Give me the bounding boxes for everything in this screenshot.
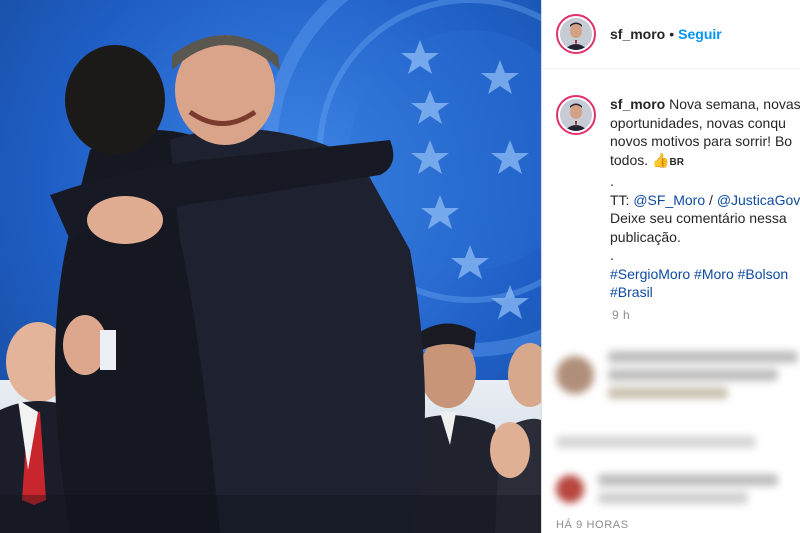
caption-comment-line-2: publicação.: [610, 228, 681, 245]
post-footer-time: HÁ 9 HORAS: [556, 519, 629, 531]
caption-line-2: oportunidades, novas conqu: [610, 114, 786, 131]
blurred-comment-2: [556, 430, 756, 454]
caption-dot-1: .: [610, 173, 614, 189]
avatar-ring[interactable]: [556, 14, 596, 54]
blurred-comment-3: [556, 468, 778, 510]
caption-avatar: [560, 99, 592, 131]
photo-illustration: [0, 0, 541, 533]
caption-avatar-ring[interactable]: [556, 95, 596, 135]
post-username[interactable]: sf_moro: [610, 26, 665, 42]
blurred-comment-1: [556, 345, 798, 405]
caption-line-4: todos.: [610, 151, 649, 168]
caption-time: 9 h: [612, 307, 631, 322]
tt-prefix: TT:: [610, 191, 630, 208]
post-header: sf_moro • Seguir: [542, 0, 800, 69]
separator-dot: •: [669, 26, 675, 42]
slash: /: [709, 191, 713, 208]
thumbs-up-emoji-icon: 👍: [652, 151, 670, 168]
hashtags-line-2[interactable]: #Brasil: [610, 283, 800, 302]
hashtags-line-1[interactable]: #SergioMoro #Moro #Bolson: [610, 265, 800, 284]
caption-line-3: novos motivos para sorrir! Bo: [610, 133, 793, 149]
mention-justicagov[interactable]: @JusticaGov: [717, 192, 800, 208]
caption-username[interactable]: sf_moro: [610, 96, 665, 112]
comment-avatar: [556, 475, 584, 503]
caption-text: sf_moro Nova semana, novas oportunidades…: [610, 95, 800, 302]
caption-line-1: Nova semana, novas: [669, 96, 800, 112]
caption-dot-2: .: [610, 247, 614, 263]
caption-comment-line-1: Deixe seu comentário nessa: [610, 210, 787, 226]
post-photo[interactable]: [0, 0, 541, 533]
post-sidebar: sf_moro • Seguir sf_moro Nova semana, no…: [541, 0, 800, 533]
caption: sf_moro Nova semana, novas oportunidades…: [556, 95, 800, 322]
flag-text: BR: [669, 156, 684, 168]
avatar: [560, 18, 592, 50]
follow-button[interactable]: Seguir: [678, 26, 722, 42]
comment-avatar: [556, 356, 594, 394]
mention-sf-moro[interactable]: @SF_Moro: [633, 192, 705, 208]
